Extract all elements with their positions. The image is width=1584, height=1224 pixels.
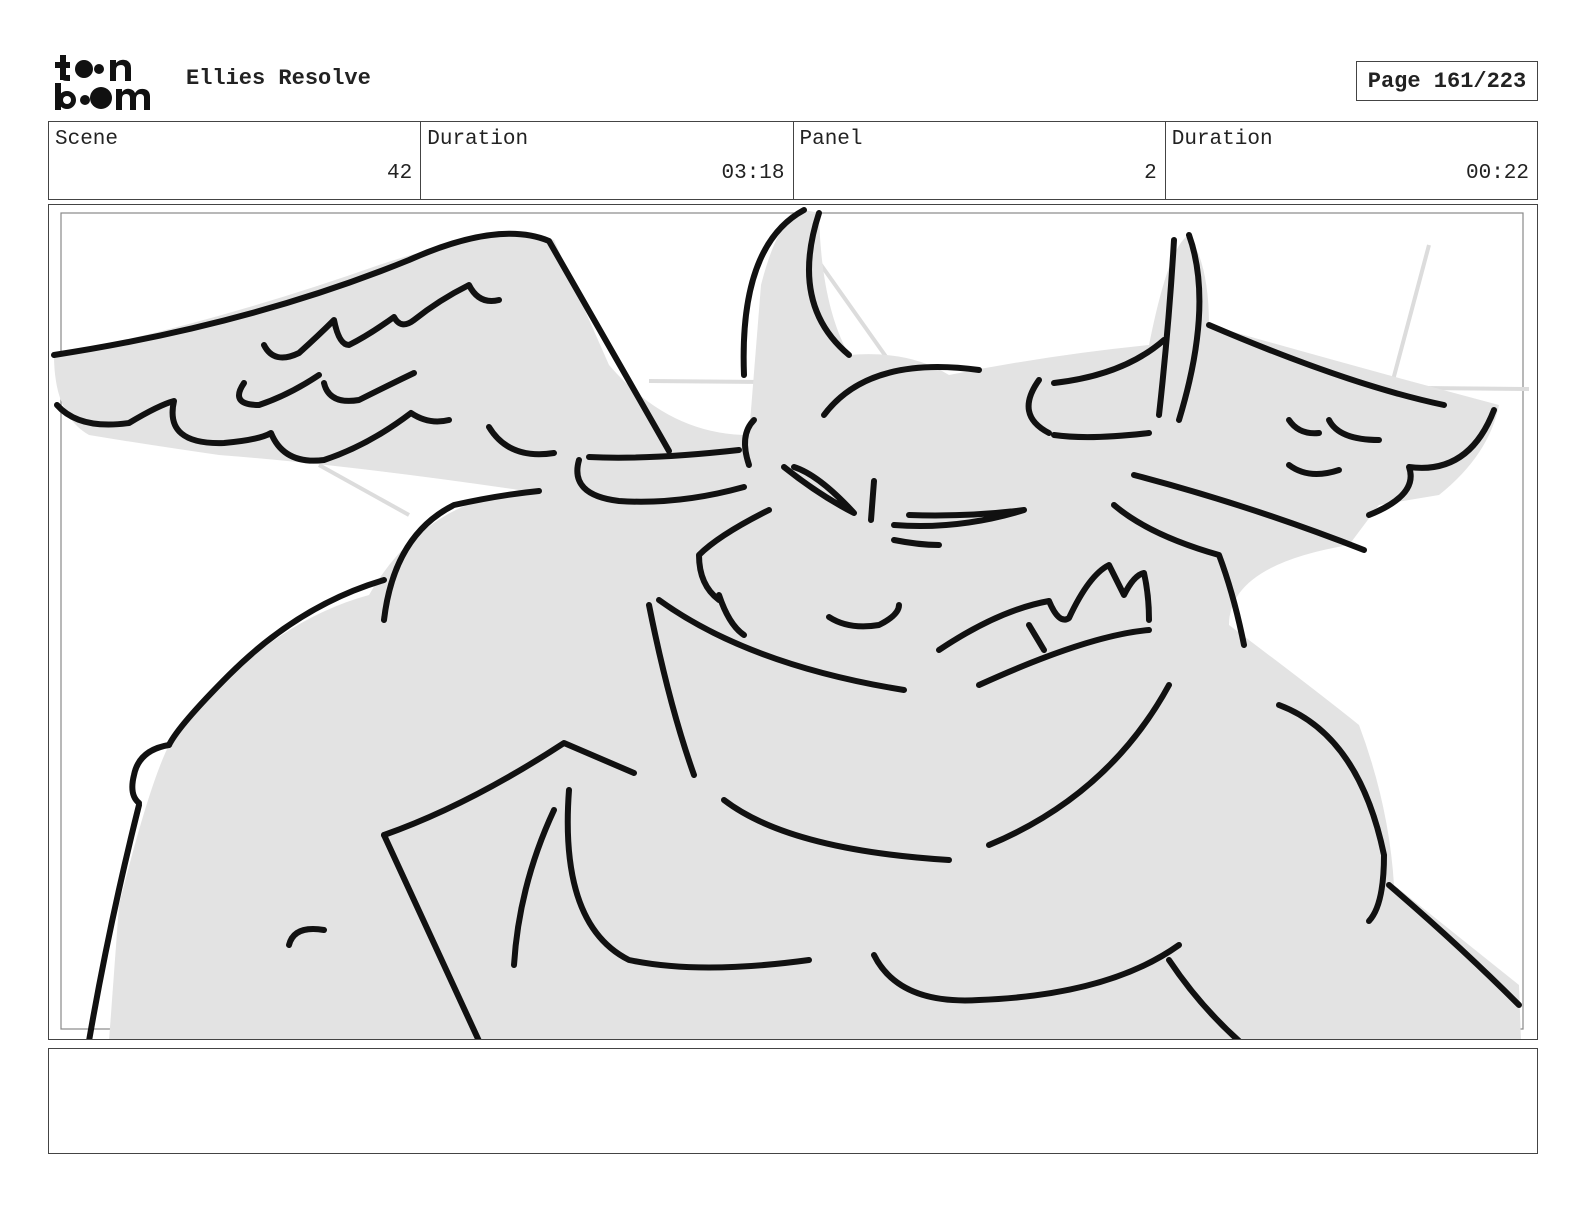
panel-duration-cell: Duration 00:22 [1166, 122, 1537, 199]
panel-duration-label: Duration [1171, 128, 1273, 151]
scene-cell: Scene 42 [49, 122, 422, 199]
panel-value: 2 [1144, 162, 1157, 185]
panel-duration-value: 00:22 [1465, 162, 1529, 185]
panel-label: Panel [799, 128, 863, 151]
page-indicator: Page 161/223 [1356, 61, 1538, 101]
scene-info-row: Scene 42 Duration 03:18 Panel 2 Duration… [48, 121, 1538, 200]
project-title: Ellies Resolve [186, 66, 371, 91]
scene-value: 42 [387, 162, 413, 185]
scene-label: Scene [55, 128, 119, 151]
toon-boom-logo [55, 55, 150, 110]
panel-cell: Panel 2 [794, 122, 1166, 199]
storyboard-panel [48, 204, 1538, 1040]
scene-duration-cell: Duration 03:18 [421, 122, 794, 199]
scene-duration-label: Duration [427, 128, 529, 151]
demon-sketch-image [51, 207, 1530, 1039]
panel-notes [48, 1048, 1538, 1154]
scene-duration-value: 03:18 [721, 162, 785, 185]
